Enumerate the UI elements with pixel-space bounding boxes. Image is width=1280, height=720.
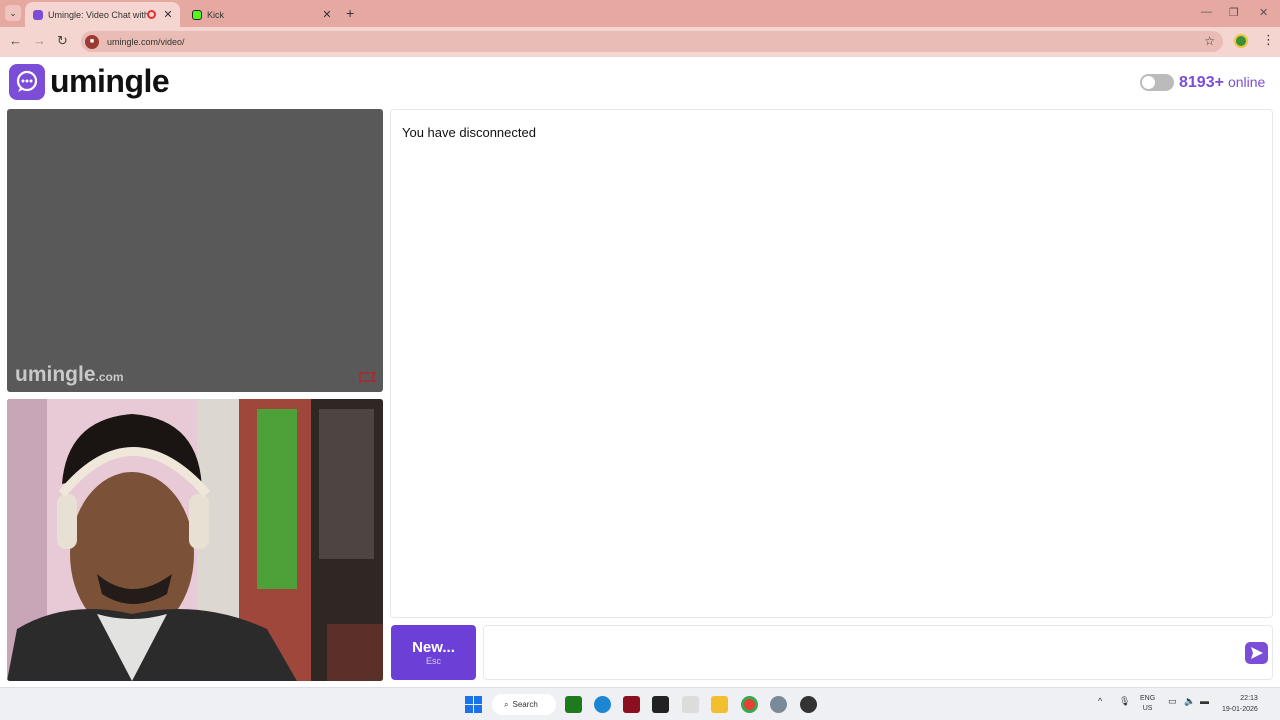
recording-indicator-icon <box>147 10 156 19</box>
xbox-icon[interactable] <box>565 696 582 713</box>
close-tab-icon[interactable]: ✕ <box>321 8 333 21</box>
tab-title: Umingle: Video Chat with S <box>48 9 147 20</box>
tab-kick[interactable]: Kick ✕ <box>184 2 339 27</box>
chat-log: You have disconnected <box>390 109 1273 618</box>
tab-title: Kick <box>207 9 225 20</box>
back-icon[interactable]: ← <box>9 33 22 48</box>
profile-avatar[interactable] <box>1234 34 1248 48</box>
bookmark-star-icon[interactable]: ☆ <box>1204 34 1215 48</box>
disconnect-status-message: You have disconnected <box>402 125 536 140</box>
tab-umingle[interactable]: Umingle: Video Chat with S ✕ <box>25 2 180 27</box>
chat-bubble-logo-icon[interactable] <box>9 64 45 100</box>
settings-gear-icon[interactable] <box>770 696 787 713</box>
address-bar[interactable]: ■ umingle.com/video/ ☆ <box>81 31 1223 52</box>
theme-toggle[interactable] <box>1140 74 1174 91</box>
url-text: umingle.com/video/ <box>107 36 185 47</box>
clock-time: 22:13 <box>1240 695 1258 702</box>
clock[interactable]: 22:13 19-01-2026 <box>1222 693 1258 715</box>
camera-feed-image <box>7 399 383 681</box>
page-content: umingle 8193+ online umingle.com You hav… <box>0 57 1280 687</box>
battery-icon[interactable]: ▬ <box>1200 696 1209 706</box>
os-taskbar: ⌕ Search ^ 🎙 ENG US ▭ 🔈 ▬ 22:13 19-01-20… <box>0 687 1280 720</box>
browser-menu-icon[interactable]: ⋮ <box>1262 32 1275 48</box>
taskbar-search[interactable]: ⌕ Search <box>492 694 556 715</box>
remote-video: umingle.com <box>7 109 383 392</box>
window-close-icon[interactable]: ✕ <box>1259 6 1268 19</box>
new-chat-button[interactable]: New... Esc <box>391 625 476 680</box>
umingle-favicon-icon <box>33 9 43 20</box>
recorder-app-icon[interactable] <box>800 696 817 713</box>
volume-icon[interactable]: 🔈 <box>1184 696 1195 707</box>
new-chat-label: New... <box>412 639 455 656</box>
chrome-icon[interactable] <box>741 696 758 713</box>
taskbar-search-label: Search <box>512 700 538 709</box>
site-camera-icon[interactable]: ■ <box>85 34 99 49</box>
epic-games-icon[interactable] <box>652 696 669 713</box>
browser-tab-strip: ⌄ Umingle: Video Chat with S ✕ Kick ✕ + … <box>0 0 1280 27</box>
language-indicator[interactable]: ENG US <box>1140 694 1155 714</box>
forward-icon[interactable]: → <box>33 33 46 48</box>
online-label: online <box>1227 74 1266 90</box>
online-counter: 8193+ online <box>1179 74 1265 92</box>
video-watermark: umingle.com <box>15 363 124 387</box>
keyboard-shortcut-hint: Esc <box>425 656 441 666</box>
microphone-icon[interactable]: 🎙 <box>1119 696 1130 707</box>
file-explorer-icon[interactable] <box>711 696 728 713</box>
edge-icon[interactable] <box>594 696 611 713</box>
reload-icon[interactable]: ↻ <box>57 33 68 49</box>
close-tab-icon[interactable]: ✕ <box>162 8 174 21</box>
watermark-suffix: .com <box>95 370 124 384</box>
message-input[interactable] <box>483 625 1273 680</box>
notepad-icon[interactable] <box>682 696 699 713</box>
report-flag-icon[interactable] <box>359 372 377 384</box>
browser-toolbar: ← → ↻ ■ umingle.com/video/ ☆ ⋮ <box>0 27 1280 57</box>
network-icon[interactable]: ▭ <box>1168 696 1177 707</box>
tray-overflow-icon[interactable]: ^ <box>1098 696 1102 706</box>
media-app-icon[interactable] <box>623 696 640 713</box>
lang-region: US <box>1142 705 1153 712</box>
minimize-icon[interactable]: — <box>1201 6 1212 18</box>
search-icon: ⌕ <box>504 699 509 709</box>
local-camera-video <box>7 399 383 681</box>
send-icon[interactable] <box>1245 642 1268 664</box>
kick-favicon-icon <box>192 9 202 20</box>
online-count: 8193+ <box>1179 74 1224 91</box>
brand-name[interactable]: umingle <box>50 63 170 100</box>
tab-search-button[interactable]: ⌄ <box>5 5 21 21</box>
clock-date: 19-01-2026 <box>1222 706 1258 713</box>
watermark-brand: umingle <box>15 363 96 386</box>
lang-primary: ENG <box>1140 695 1156 702</box>
restore-icon[interactable]: ❐ <box>1229 6 1239 19</box>
windows-start-icon[interactable] <box>465 696 482 713</box>
new-tab-button[interactable]: + <box>346 5 354 21</box>
